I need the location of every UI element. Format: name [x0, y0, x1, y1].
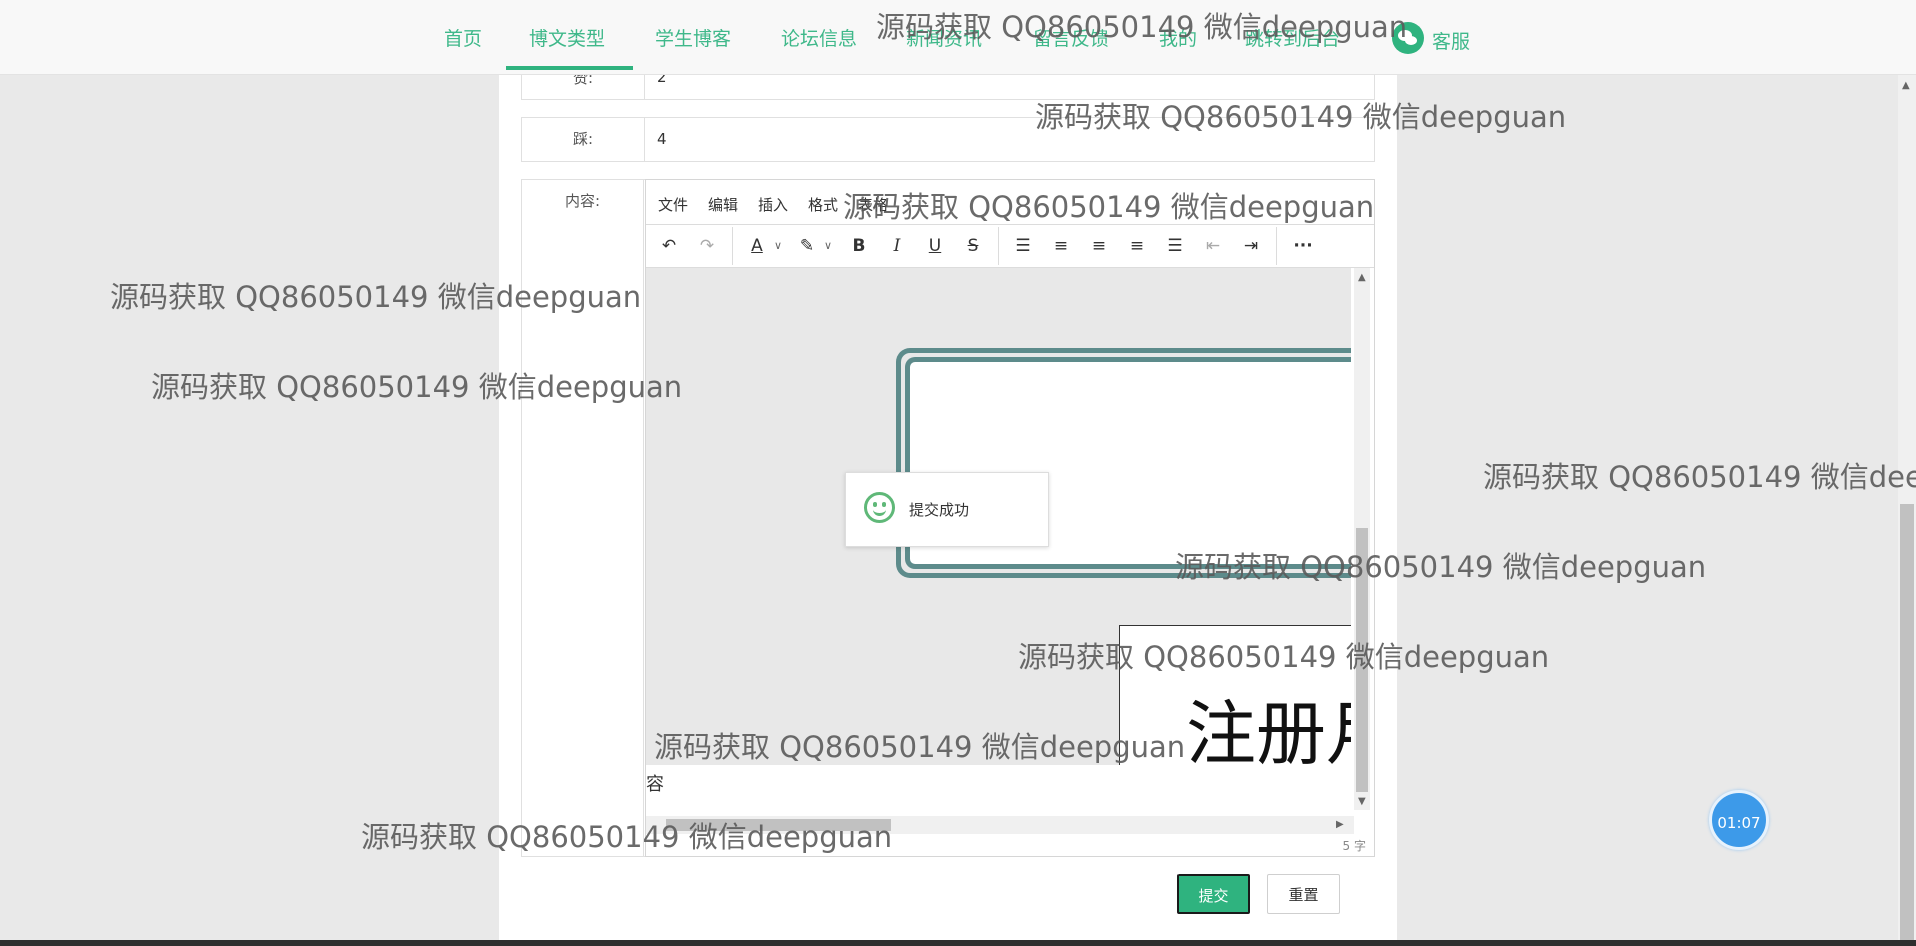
highlight-icon[interactable]: ✎ [792, 225, 822, 267]
scroll-up-arrow-icon[interactable]: ▲ [1358, 272, 1366, 283]
line-height-icon[interactable]: ☰ [1008, 225, 1038, 267]
menu-table[interactable]: 表格 [858, 194, 888, 215]
form-row-cai: 踩: 4 [521, 117, 1375, 162]
menu-format[interactable]: 格式 [808, 194, 838, 215]
nav-mine[interactable]: 我的 [1159, 24, 1197, 51]
toolbar-divider [998, 227, 999, 265]
content-label: 内容: [522, 180, 644, 856]
wechat-icon[interactable] [1392, 22, 1424, 54]
outdent-icon[interactable]: ⇤ [1198, 225, 1228, 267]
scroll-down-arrow-icon[interactable]: ▼ [1358, 796, 1366, 807]
italic-icon[interactable]: I [882, 225, 912, 267]
nav-feedback[interactable]: 留言反馈 [1033, 24, 1109, 51]
page-scrollbar[interactable]: ▲ [1898, 74, 1916, 944]
menu-edit[interactable]: 编辑 [708, 194, 738, 215]
font-color-icon[interactable]: A [742, 225, 772, 267]
nav-admin[interactable]: 跳转到后台 [1245, 24, 1340, 51]
cai-field[interactable]: 4 [657, 130, 667, 148]
page-scroll-up-icon[interactable]: ▲ [1902, 80, 1910, 91]
editor-menubar: 文件 编辑 插入 格式 表格 [646, 180, 1374, 225]
chevron-down-icon[interactable]: ∨ [770, 225, 786, 267]
strikethrough-icon[interactable]: S [958, 225, 988, 267]
reset-button[interactable]: 重置 [1267, 874, 1340, 914]
indent-icon[interactable]: ⇥ [1236, 225, 1266, 267]
success-toast: 提交成功 [845, 472, 1049, 547]
menu-insert[interactable]: 插入 [758, 194, 788, 215]
undo-icon[interactable]: ↶ [654, 225, 684, 267]
editor-vertical-scrollbar[interactable]: ▲ ▼ [1354, 268, 1370, 810]
redo-icon[interactable]: ↷ [692, 225, 722, 267]
scroll-right-arrow-icon[interactable]: ▶ [1336, 819, 1344, 830]
smiley-icon [864, 492, 895, 523]
editor-horizontal-scrollbar[interactable]: ▶ [646, 816, 1354, 834]
nav-blog-types[interactable]: 博文类型 [529, 24, 605, 51]
mouse-cursor [1178, 861, 1185, 875]
watermark: 源码获取 QQ86050149 微信deepguan [1483, 460, 1916, 494]
editor-horizontal-scroll-thumb[interactable] [666, 819, 891, 831]
page-scroll-thumb[interactable] [1900, 504, 1914, 944]
toolbar-divider [732, 227, 733, 265]
taskbar-strip [0, 940, 1916, 946]
chevron-down-icon[interactable]: ∨ [820, 225, 836, 267]
nav-active-indicator [506, 66, 633, 70]
align-left-icon[interactable]: ≡ [1046, 225, 1076, 267]
nav-customer-service[interactable]: 客服 [1432, 27, 1470, 54]
bold-icon[interactable]: B [844, 225, 874, 267]
editor-vertical-scroll-thumb[interactable] [1356, 528, 1368, 792]
nav-home[interactable]: 首页 [444, 24, 482, 51]
more-icon[interactable]: ··· [1288, 225, 1318, 267]
menu-file[interactable]: 文件 [658, 194, 688, 215]
align-center-icon[interactable]: ≡ [1084, 225, 1114, 267]
toolbar-divider [1276, 227, 1277, 265]
top-navigation: 首页 博文类型 学生博客 论坛信息 新闻资讯 留言反馈 我的 跳转到后台 客服 [0, 0, 1916, 75]
underline-icon[interactable]: U [920, 225, 950, 267]
nav-student-blogs[interactable]: 学生博客 [655, 24, 731, 51]
align-right-icon[interactable]: ≡ [1122, 225, 1152, 267]
cai-label: 踩: [522, 118, 645, 161]
editor-toolbar: ↶ ↷ A ∨ ✎ ∨ B I U S ☰ ≡ ≡ ≡ ☰ ⇤ ⇥ ··· [646, 225, 1374, 268]
toast-message: 提交成功 [909, 501, 970, 519]
submit-button[interactable]: 提交 [1177, 874, 1250, 914]
align-justify-icon[interactable]: ☰ [1160, 225, 1190, 267]
floating-timer[interactable]: 01:07 [1709, 790, 1769, 850]
image-register-text: 注册月 [1186, 693, 1351, 765]
nav-news[interactable]: 新闻资讯 [906, 24, 982, 51]
content-text[interactable]: 容 [646, 770, 664, 796]
word-count: 5 字 [1342, 839, 1366, 853]
nav-forum[interactable]: 论坛信息 [781, 24, 857, 51]
